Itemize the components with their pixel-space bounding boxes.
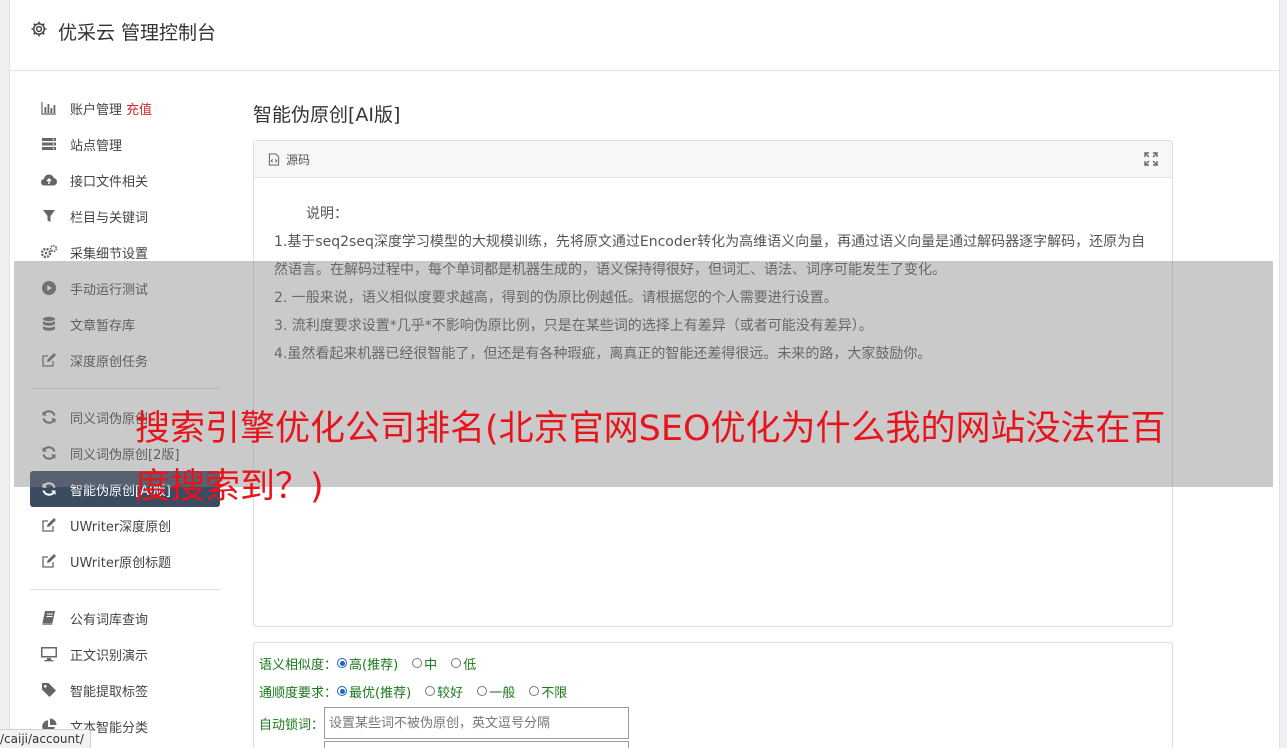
sidebar-item-label: UWriter原创标题 [70, 555, 172, 571]
similarity-option-0[interactable]: 高(推荐) [337, 654, 398, 673]
fluency-label: 通顺度要求： [259, 685, 338, 701]
sidebar-item-2-2[interactable]: 智能提取标签 [30, 672, 220, 708]
similarity-option-label: 低 [463, 657, 477, 673]
similarity-options: 高(推荐) 中 低 [337, 654, 490, 673]
sidebar-item-0-1[interactable]: 站点管理 [30, 126, 220, 162]
lock-words-row: 自动锁词： [254, 705, 1172, 741]
options-form: 语义相似度： 高(推荐) 中 低 通顺度要求： 最优(推荐) 较好 一般 不限 自动锁词：… [253, 642, 1173, 748]
fluency-option-label: 最优(推荐) [349, 685, 412, 701]
fluency-option-1[interactable]: 较好 [425, 682, 463, 701]
monitor-icon [40, 646, 58, 662]
fluency-option-0[interactable]: 最优(推荐) [337, 682, 411, 701]
lock-words-label: 自动锁词： [259, 717, 325, 733]
sidebar-item-0-0[interactable]: 账户管理 充值 [30, 90, 220, 126]
sidebar-item-2-1[interactable]: 正文识别演示 [30, 636, 220, 672]
sidebar-item-label: 栏目与关键词 [70, 210, 149, 226]
expand-icon[interactable] [1144, 152, 1158, 169]
tag-icon [40, 682, 58, 698]
ad-overlay-text[interactable]: 搜索引擎优化公司排名(北京官网SEO优化为什么我的网站没法在百度搜索到？) [135, 400, 1195, 516]
sidebar-item-0-2[interactable]: 接口文件相关 [30, 162, 220, 198]
next-input[interactable] [324, 741, 630, 748]
radio-button[interactable] [412, 658, 423, 668]
bar-chart-icon [40, 100, 58, 116]
radio-button[interactable] [451, 658, 462, 668]
sidebar-item-label: 接口文件相关 [70, 174, 149, 190]
radio-button[interactable] [529, 686, 540, 696]
sidebar-item-2-0[interactable]: 公有词库查询 [30, 600, 220, 636]
radio-button[interactable] [337, 658, 348, 668]
recharge-badge[interactable]: 充值 [126, 99, 152, 118]
fluency-option-label: 不限 [541, 685, 568, 701]
sidebar-item-0-3[interactable]: 栏目与关键词 [30, 198, 220, 234]
brand[interactable]: 优采云 管理控制台 [30, 18, 216, 45]
book-icon [40, 610, 58, 626]
next-field-row: 自动锁词： [254, 741, 1172, 748]
similarity-option-1[interactable]: 中 [412, 654, 437, 673]
fluency-option-label: 一般 [489, 685, 516, 701]
sidebar-item-label: 采集细节设置 [70, 246, 149, 262]
fluency-option-2[interactable]: 一般 [477, 682, 515, 701]
sidebar-item-label: 智能提取标签 [70, 684, 149, 700]
sidebar-item-label: 账户管理 [70, 102, 123, 118]
status-bar-url: /caiji/account/ [0, 729, 91, 748]
source-code-icon[interactable] [268, 152, 280, 166]
lock-words-input[interactable] [324, 707, 630, 739]
similarity-option-2[interactable]: 低 [451, 654, 476, 673]
sidebar-item-label: 站点管理 [70, 138, 123, 154]
sidebar-item-label: 正文识别演示 [70, 648, 149, 664]
intro-text: 说明： [306, 206, 348, 222]
sidebar-item-1-4[interactable]: UWriter原创标题 [30, 543, 220, 579]
top-bar: 优采云 管理控制台 [10, 0, 1279, 71]
filter-icon [40, 208, 58, 224]
similarity-option-label: 中 [424, 657, 438, 673]
similarity-option-label: 高(推荐) [349, 657, 399, 673]
cloud-upload-icon [40, 172, 58, 188]
gear-icon [30, 20, 58, 43]
sidebar-item-label: 公有词库查询 [70, 612, 149, 628]
source-tab-label[interactable]: 源码 [286, 151, 310, 168]
app-title: 优采云 管理控制台 [58, 22, 217, 44]
sidebar-divider [30, 589, 220, 590]
radio-button[interactable] [425, 686, 436, 696]
fluency-option-label: 较好 [437, 685, 464, 701]
radio-button[interactable] [337, 686, 348, 696]
server-icon [40, 136, 58, 152]
edit-icon [40, 517, 58, 533]
fluency-option-3[interactable]: 不限 [529, 682, 567, 701]
page-title: 智能伪原创[AI版] [253, 104, 401, 126]
fluency-options: 最优(推荐) 较好 一般 不限 [337, 682, 581, 701]
gears-icon [40, 244, 58, 260]
similarity-label: 语义相似度： [259, 657, 338, 673]
fluency-row: 通顺度要求： 最优(推荐) 较好 一般 不限 [254, 677, 1172, 705]
radio-button[interactable] [477, 686, 488, 696]
main-content: 智能伪原创[AI版] 源码 说明： 1.基于seq2seq深度学习模型的大规模训… [253, 90, 1173, 748]
panel-header: 源码 [254, 141, 1172, 178]
similarity-row: 语义相似度： 高(推荐) 中 低 [254, 649, 1172, 677]
sidebar-item-label: UWriter深度原创 [70, 519, 172, 535]
edit-icon [40, 553, 58, 569]
